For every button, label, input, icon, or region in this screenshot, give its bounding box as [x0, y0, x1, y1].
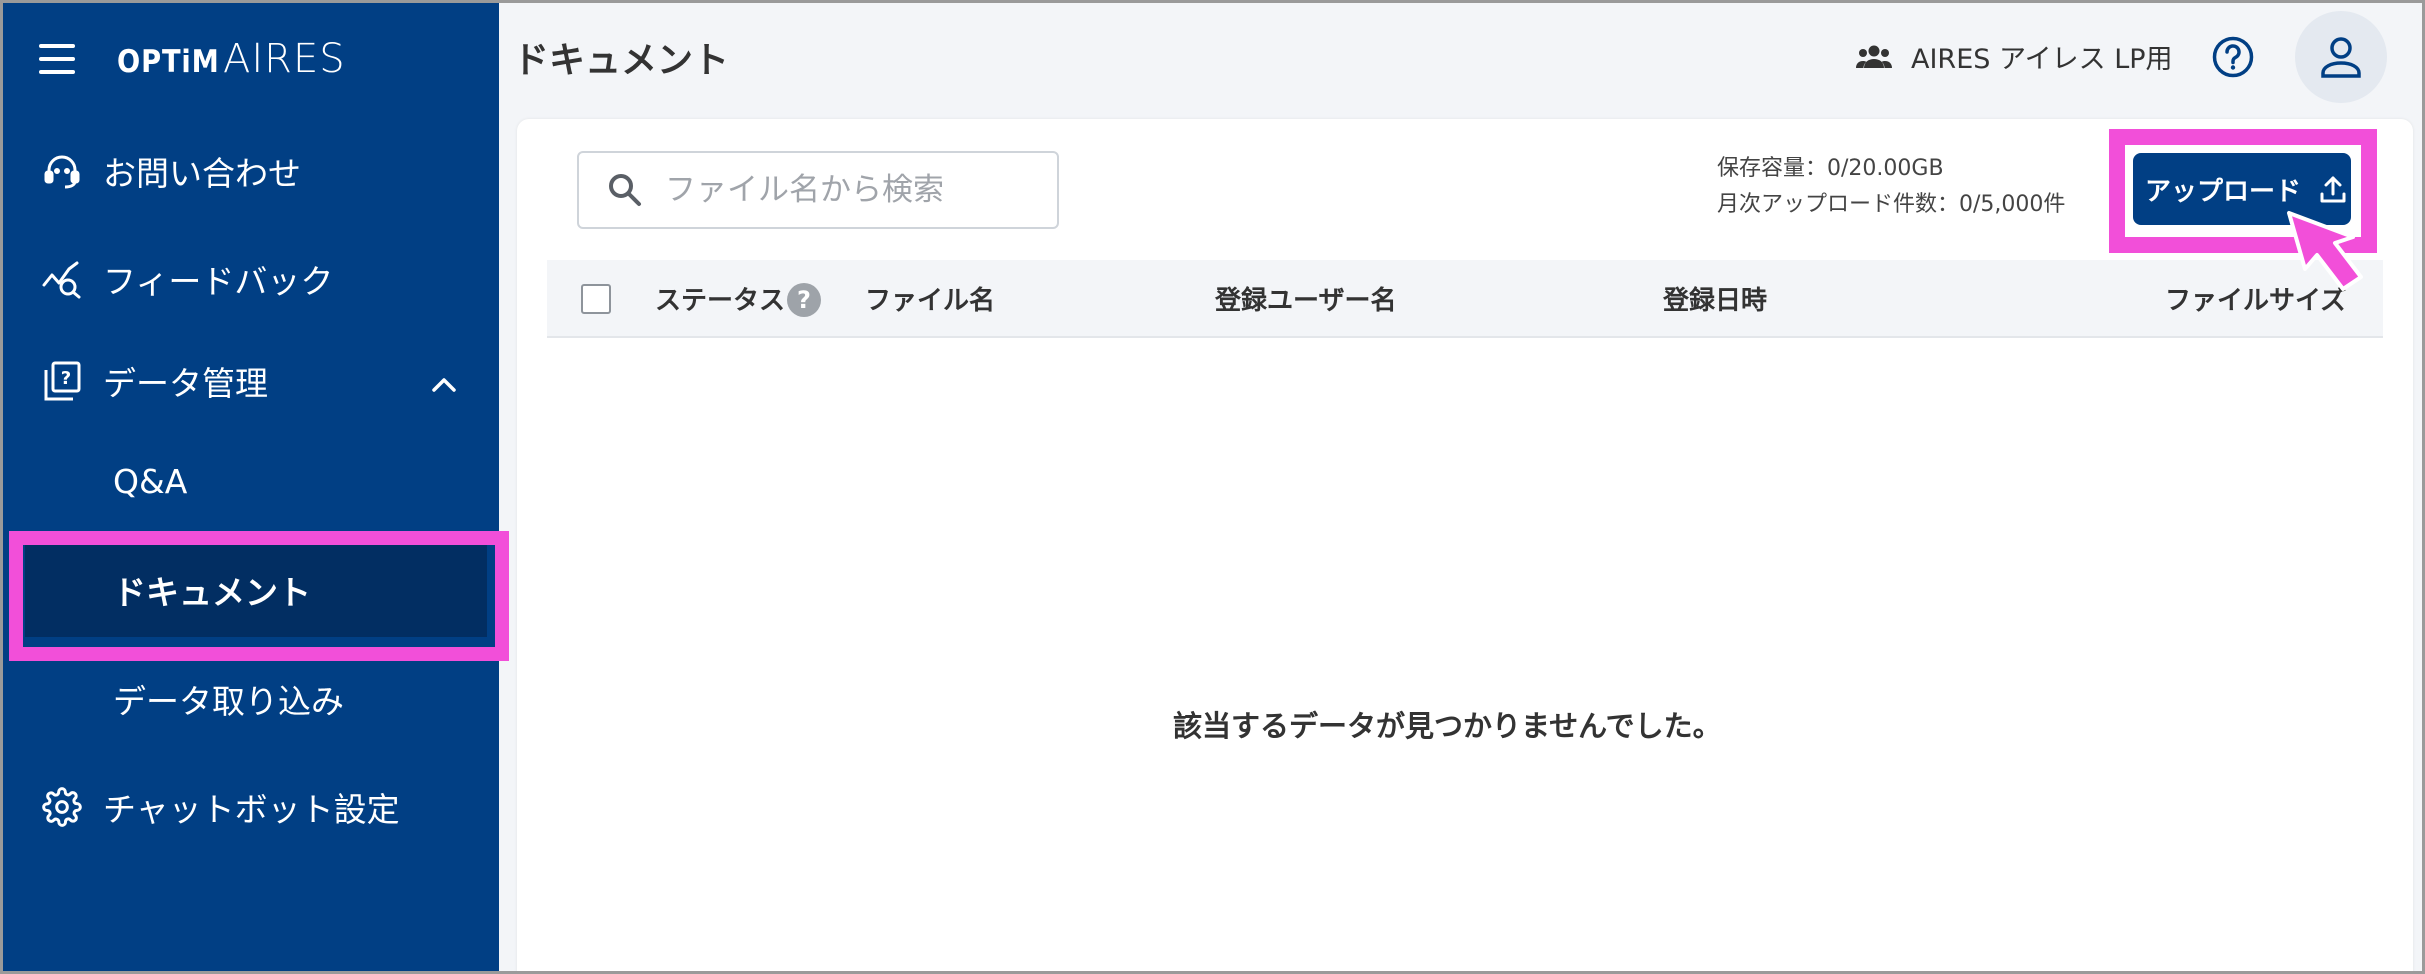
empty-state-message: 該当するデータが見つかりませんでした。 — [1173, 709, 1722, 743]
user-avatar[interactable] — [2295, 11, 2387, 103]
top-bar: ドキュメント AIRES アイレス LP用 — [499, 3, 2422, 111]
sidebar: OPTiM AIRES お問い合わせ フィードバック ? データ管理 Q&A ド… — [3, 3, 499, 971]
sidebar-item-data-management[interactable]: ? データ管理 — [3, 331, 499, 431]
column-header-file-name[interactable]: ファイル名 — [865, 280, 995, 317]
sidebar-item-qa[interactable]: Q&A — [3, 431, 499, 531]
search-icon — [609, 174, 641, 206]
sidebar-header: OPTiM AIRES — [39, 29, 346, 89]
search-input[interactable] — [665, 172, 1045, 208]
highlight-box-documents — [9, 531, 509, 661]
svg-text:?: ? — [61, 368, 71, 389]
logo-brand: OPTiM — [117, 44, 220, 80]
sidebar-item-feedback[interactable]: フィードバック — [3, 229, 499, 329]
sidebar-item-label: フィードバック — [103, 262, 334, 301]
tenant-selector[interactable]: AIRES アイレス LP用 — [1855, 37, 2173, 76]
storage-capacity: 保存容量：0/20.00GB — [1717, 156, 1944, 181]
sidebar-item-label: Q&A — [113, 461, 188, 501]
gear-icon — [41, 786, 83, 828]
sidebar-item-label: チャットボット設定 — [103, 790, 400, 829]
sidebar-item-data-import[interactable]: データ取り込み — [3, 649, 499, 749]
column-header-status[interactable]: ステータス? — [655, 280, 822, 319]
sidebar-item-label: データ管理 — [103, 364, 268, 403]
table-header: ステータス? ファイル名 登録ユーザー名 登録日時 ファイルサイズ — [547, 260, 2383, 338]
data-management-icon: ? — [41, 360, 83, 402]
pointer-arrow-icon — [2287, 211, 2363, 291]
help-icon[interactable] — [2211, 35, 2255, 79]
column-header-user-name[interactable]: 登録ユーザー名 — [1215, 280, 1396, 317]
page-title: ドキュメント — [513, 40, 730, 81]
sidebar-item-label: お問い合わせ — [103, 154, 301, 193]
select-all-checkbox[interactable] — [581, 284, 611, 314]
storage-info: 保存容量：0/20.00GB 月次アップロード件数：0/5,000件 — [1717, 151, 2065, 223]
monthly-upload-count: 月次アップロード件数：0/5,000件 — [1717, 192, 2066, 217]
tenant-name: AIRES アイレス LP用 — [1911, 44, 2173, 75]
group-icon — [1856, 45, 1892, 68]
feedback-chart-icon — [41, 258, 83, 300]
sidebar-item-chatbot-settings[interactable]: チャットボット設定 — [3, 757, 499, 857]
menu-icon[interactable] — [39, 44, 75, 74]
support-agent-icon — [41, 150, 83, 192]
logo-product: AIRES — [223, 36, 346, 82]
sidebar-item-label: データ取り込み — [113, 682, 344, 721]
app-window: OPTiM AIRES お問い合わせ フィードバック ? データ管理 Q&A ド… — [0, 0, 2425, 974]
chevron-up-icon[interactable] — [431, 362, 457, 401]
column-header-registered-at[interactable]: 登録日時 — [1663, 280, 1767, 317]
app-logo: OPTiM AIRES — [117, 36, 346, 82]
help-circle-icon[interactable]: ? — [787, 282, 822, 317]
search-field[interactable] — [577, 151, 1059, 229]
sidebar-item-contact[interactable]: お問い合わせ — [3, 121, 499, 221]
person-icon — [2321, 37, 2361, 78]
